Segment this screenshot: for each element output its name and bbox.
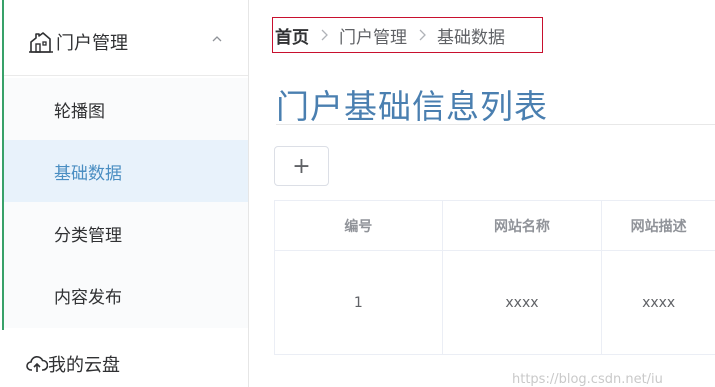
table-cell-site-description: xxxx bbox=[642, 295, 676, 311]
data-table: 编号 网站名称 网站描述 1 xxxx xxxx bbox=[274, 200, 715, 355]
chevron-right-icon bbox=[320, 29, 328, 41]
building-icon bbox=[28, 30, 54, 54]
submenu-items: 轮播图 基础数据 分类管理 内容发布 bbox=[4, 78, 248, 328]
sidebar-item-basic-data[interactable]: 基础数据 bbox=[4, 140, 248, 202]
column-header-id[interactable]: 编号 bbox=[275, 201, 443, 250]
breadcrumb: 首页 门户管理 基础数据 bbox=[272, 17, 543, 53]
submenu-label: 门户管理 bbox=[56, 32, 128, 54]
sidebar-item-carousel[interactable]: 轮播图 bbox=[4, 78, 248, 140]
sidebar-item-content-publish[interactable]: 内容发布 bbox=[4, 264, 248, 326]
breadcrumb-home[interactable]: 首页 bbox=[275, 23, 309, 48]
column-header-site-name[interactable]: 网站名称 bbox=[443, 201, 603, 250]
chevron-up-icon bbox=[212, 34, 222, 44]
table-header-row: 编号 网站名称 网站描述 bbox=[275, 201, 715, 251]
sidebar: 门户管理 轮播图 基础数据 分类管理 内容发布 我的云盘 bbox=[0, 0, 249, 387]
table-cell-id: 1 bbox=[275, 251, 443, 355]
chevron-right-icon bbox=[418, 29, 426, 41]
page-title: 门户基础信息列表 bbox=[276, 87, 548, 126]
add-button[interactable]: + bbox=[274, 146, 329, 186]
submenu-my-cloud[interactable]: 我的云盘 bbox=[4, 340, 248, 387]
table-row[interactable]: 1 xxxx xxxx bbox=[275, 251, 715, 355]
title-divider bbox=[276, 124, 715, 125]
table-cell-site-name: xxxx bbox=[443, 251, 603, 355]
watermark: https://blog.csdn.net/iu bbox=[512, 372, 663, 387]
cloud-upload-icon bbox=[26, 354, 48, 374]
sidebar-item-category-management[interactable]: 分类管理 bbox=[4, 202, 248, 264]
column-header-site-description[interactable]: 网站描述 bbox=[602, 201, 715, 250]
cloud-menu-label: 我的云盘 bbox=[48, 354, 120, 376]
submenu-portal-management[interactable]: 门户管理 bbox=[4, 8, 248, 76]
breadcrumb-current: 基础数据 bbox=[437, 27, 505, 48]
breadcrumb-portal-management[interactable]: 门户管理 bbox=[339, 23, 407, 48]
